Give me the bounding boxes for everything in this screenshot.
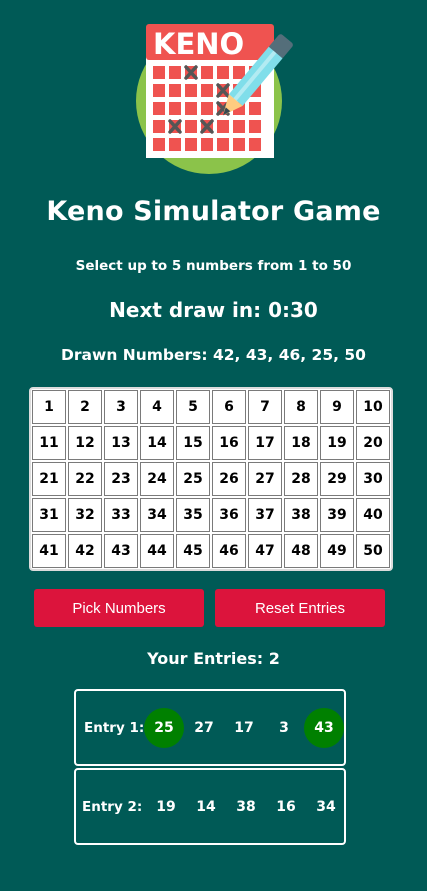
number-cell-40[interactable]: 40 xyxy=(356,498,390,532)
number-cell-19[interactable]: 19 xyxy=(320,426,354,460)
number-cell-27[interactable]: 27 xyxy=(248,462,282,496)
next-draw-timer: Next draw in: 0:30 xyxy=(109,298,318,322)
entry-card: Entry 1: 25 27 17 3 43 xyxy=(74,689,346,766)
number-cell-31[interactable]: 31 xyxy=(32,498,66,532)
number-board: 1 2 3 4 5 6 7 8 9 10 11 12 13 14 15 16 17 18 19 20 21 22 23 24 2… xyxy=(29,387,393,571)
number-cell-45[interactable]: 45 xyxy=(176,534,210,568)
number-cell-13[interactable]: 13 xyxy=(104,426,138,460)
number-cell-49[interactable]: 49 xyxy=(320,534,354,568)
pick-numbers-button[interactable]: Pick Numbers xyxy=(34,589,204,627)
number-cell-5[interactable]: 5 xyxy=(176,390,210,424)
number-cell-4[interactable]: 4 xyxy=(140,390,174,424)
number-cell-8[interactable]: 8 xyxy=(284,390,318,424)
number-cell-48[interactable]: 48 xyxy=(284,534,318,568)
entry-label: Entry 1: xyxy=(84,719,145,736)
number-cell-16[interactable]: 16 xyxy=(212,426,246,460)
number-cell-11[interactable]: 11 xyxy=(32,426,66,460)
number-cell-2[interactable]: 2 xyxy=(68,390,102,424)
number-cell-1[interactable]: 1 xyxy=(32,390,66,424)
number-cell-39[interactable]: 39 xyxy=(320,498,354,532)
entry-label: Entry 2: xyxy=(82,798,143,815)
number-cell-38[interactable]: 38 xyxy=(284,498,318,532)
number-cell-36[interactable]: 36 xyxy=(212,498,246,532)
number-cell-42[interactable]: 42 xyxy=(68,534,102,568)
number-cell-12[interactable]: 12 xyxy=(68,426,102,460)
number-cell-3[interactable]: 3 xyxy=(104,390,138,424)
entry-number: 3 xyxy=(279,719,289,736)
number-cell-22[interactable]: 22 xyxy=(68,462,102,496)
number-cell-29[interactable]: 29 xyxy=(320,462,354,496)
number-cell-47[interactable]: 47 xyxy=(248,534,282,568)
number-cell-26[interactable]: 26 xyxy=(212,462,246,496)
logo-text: KENO xyxy=(153,27,244,61)
number-cell-6[interactable]: 6 xyxy=(212,390,246,424)
entry-number: 27 xyxy=(194,719,214,736)
keno-logo: KENO xyxy=(133,18,293,174)
page-title: Keno Simulator Game xyxy=(46,196,381,227)
number-cell-18[interactable]: 18 xyxy=(284,426,318,460)
number-cell-50[interactable]: 50 xyxy=(356,534,390,568)
number-cell-33[interactable]: 33 xyxy=(104,498,138,532)
entry-number: 34 xyxy=(316,798,336,815)
number-cell-46[interactable]: 46 xyxy=(212,534,246,568)
number-cell-15[interactable]: 15 xyxy=(176,426,210,460)
number-cell-32[interactable]: 32 xyxy=(68,498,102,532)
entry-number: 16 xyxy=(276,798,296,815)
number-cell-21[interactable]: 21 xyxy=(32,462,66,496)
number-cell-10[interactable]: 10 xyxy=(356,390,390,424)
number-cell-9[interactable]: 9 xyxy=(320,390,354,424)
number-cell-20[interactable]: 20 xyxy=(356,426,390,460)
entry-number: 19 xyxy=(156,798,176,815)
number-cell-34[interactable]: 34 xyxy=(140,498,174,532)
entry-number: 38 xyxy=(236,798,256,815)
number-cell-23[interactable]: 23 xyxy=(104,462,138,496)
number-cell-14[interactable]: 14 xyxy=(140,426,174,460)
entry-number: 14 xyxy=(196,798,216,815)
number-cell-41[interactable]: 41 xyxy=(32,534,66,568)
number-cell-17[interactable]: 17 xyxy=(248,426,282,460)
entry-card: Entry 2: 19 14 38 16 34 xyxy=(74,768,346,845)
number-cell-37[interactable]: 37 xyxy=(248,498,282,532)
drawn-numbers: Drawn Numbers: 42, 43, 46, 25, 50 xyxy=(61,346,366,364)
entry-number: 25 xyxy=(144,707,184,748)
number-cell-24[interactable]: 24 xyxy=(140,462,174,496)
number-cell-28[interactable]: 28 xyxy=(284,462,318,496)
number-cell-30[interactable]: 30 xyxy=(356,462,390,496)
entry-number: 17 xyxy=(234,719,254,736)
number-cell-43[interactable]: 43 xyxy=(104,534,138,568)
keno-ticket-with-pen-icon: KENO xyxy=(136,24,293,174)
entry-number: 43 xyxy=(304,707,344,748)
instructions-text: Select up to 5 numbers from 1 to 50 xyxy=(75,258,352,274)
reset-entries-button[interactable]: Reset Entries xyxy=(215,589,385,627)
entries-count: Your Entries: 2 xyxy=(147,649,280,668)
number-cell-25[interactable]: 25 xyxy=(176,462,210,496)
number-cell-44[interactable]: 44 xyxy=(140,534,174,568)
number-cell-35[interactable]: 35 xyxy=(176,498,210,532)
number-cell-7[interactable]: 7 xyxy=(248,390,282,424)
